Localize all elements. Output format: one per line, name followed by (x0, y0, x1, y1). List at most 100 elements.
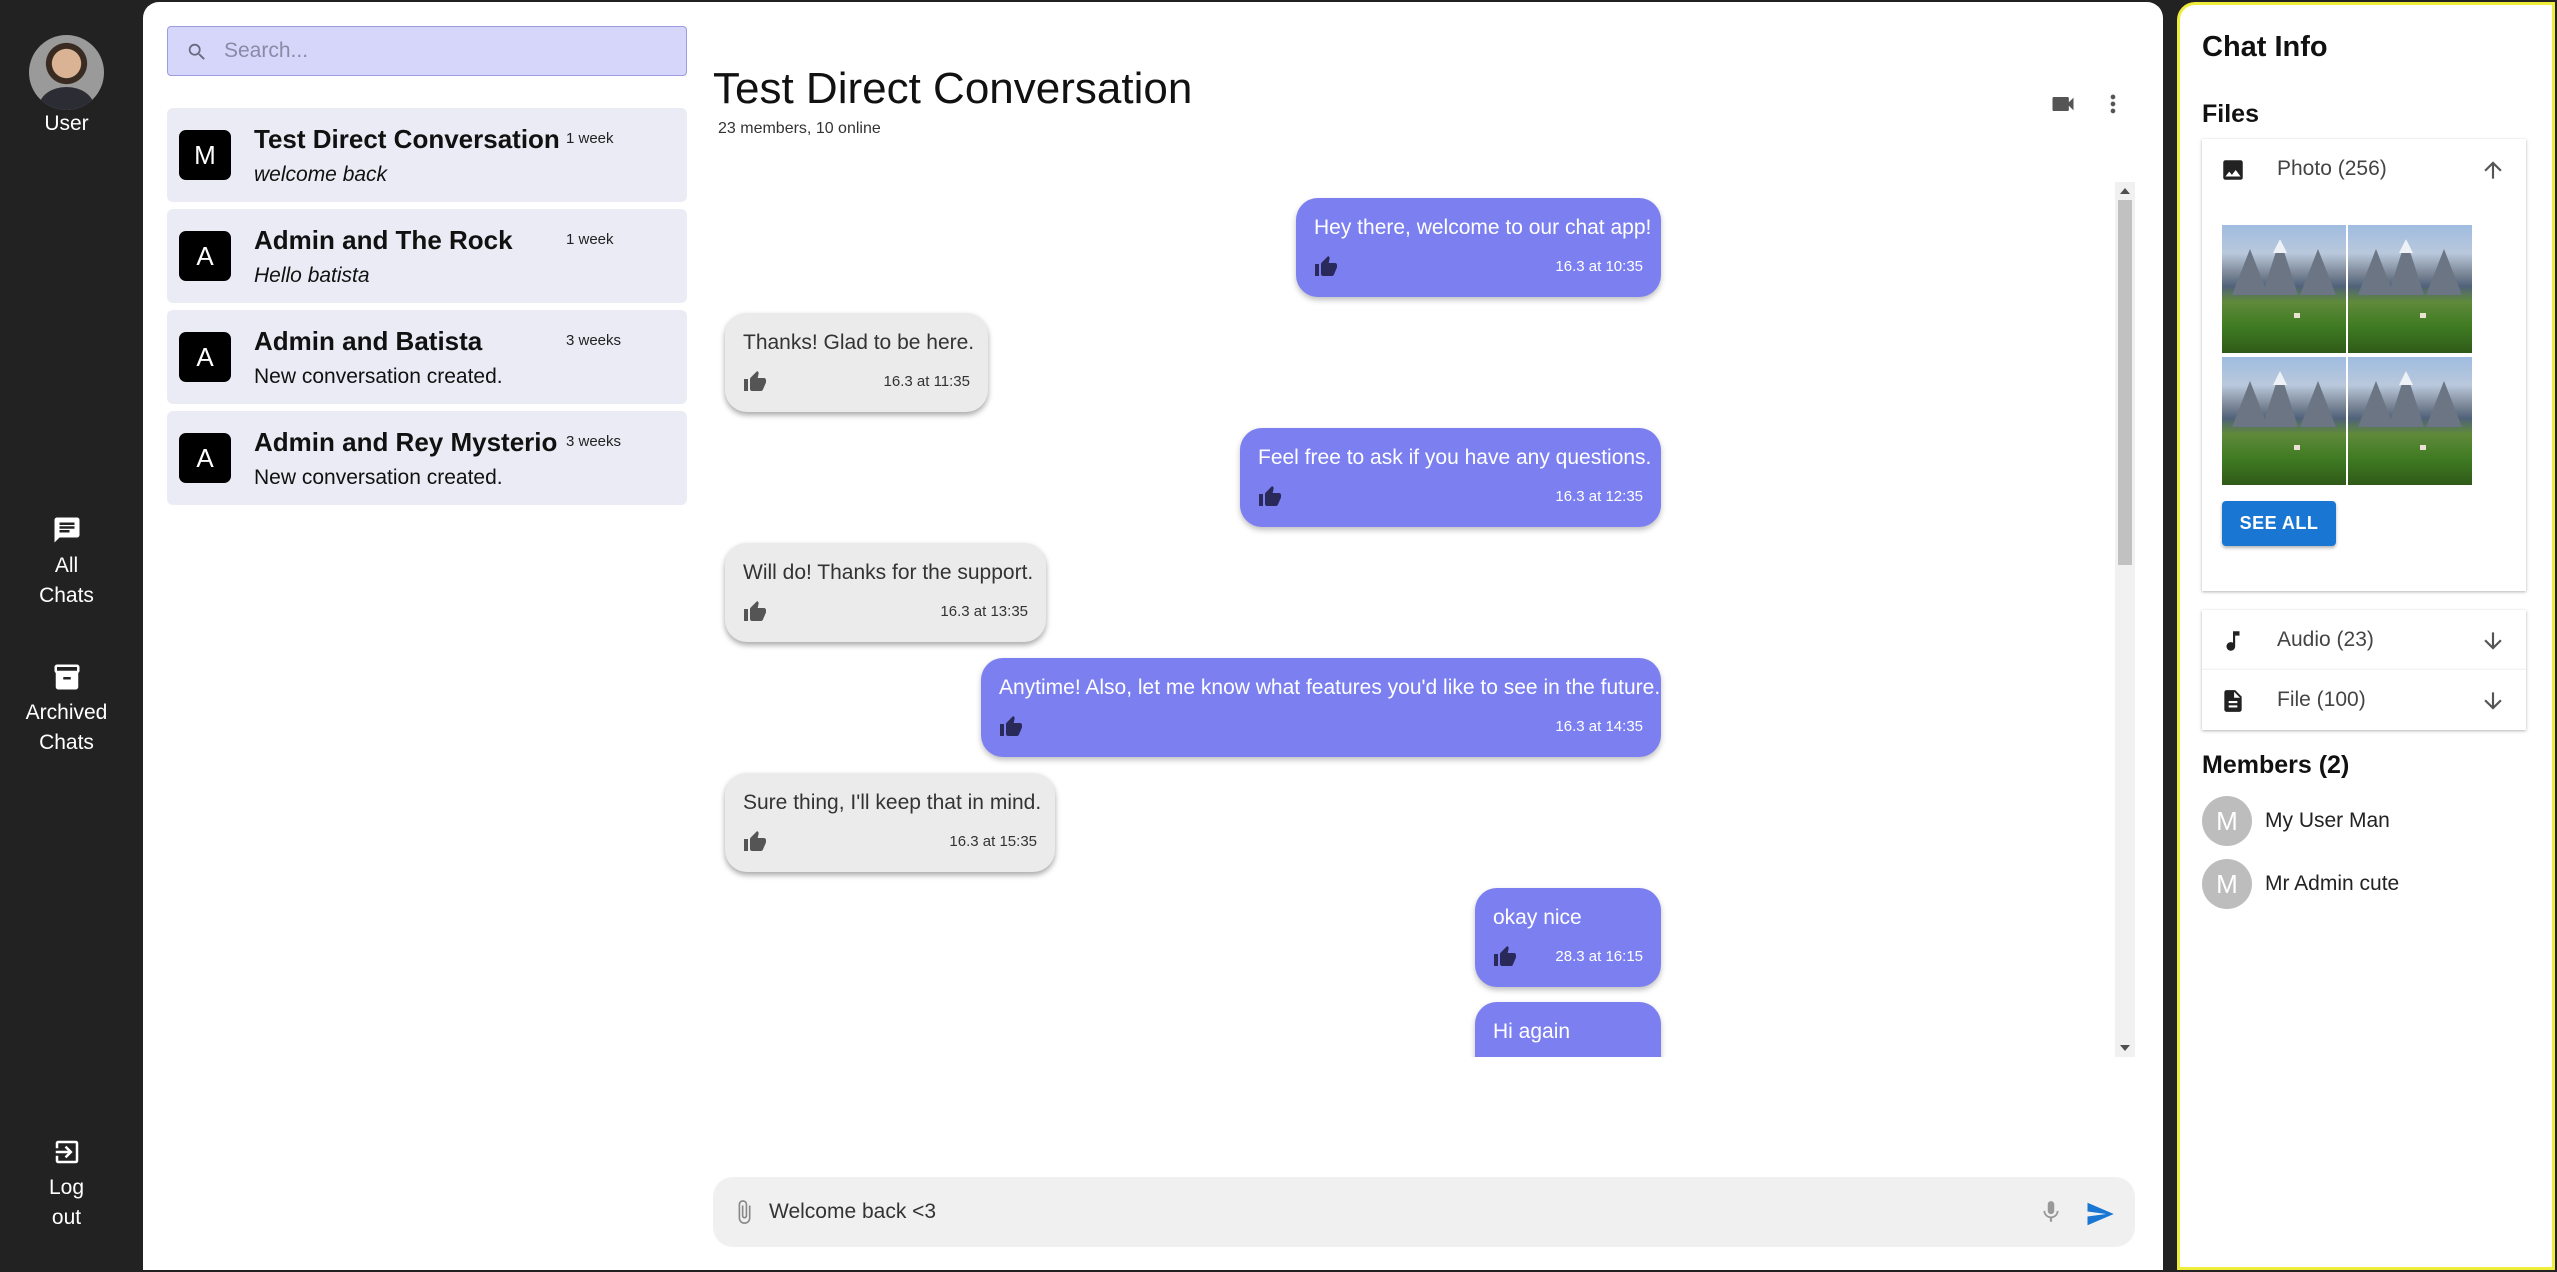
like-icon[interactable] (999, 715, 1023, 739)
all-chats-label-2: Chats (39, 584, 94, 607)
see-all-button[interactable]: SEE ALL (2222, 501, 2336, 546)
scroll-up-arrow[interactable] (2120, 188, 2130, 194)
like-icon[interactable] (743, 600, 767, 624)
outgoing-message: Anytime! Also, let me know what features… (981, 658, 1661, 757)
chat-icon (54, 517, 79, 543)
outgoing-message: Hi again (1475, 1002, 1661, 1057)
outgoing-message: okay nice 28.3 at 16:15 (1475, 888, 1661, 987)
audio-accordion-header[interactable]: Audio (23) (2202, 610, 2526, 670)
conversation-item[interactable]: A Admin and The Rock 1 week Hello batist… (167, 209, 687, 303)
files-heading: Files (2202, 100, 2259, 128)
message-time: 16.3 at 10:35 (1555, 258, 1643, 275)
audio-label: Audio (23) (2277, 628, 2374, 651)
conversation-avatar: A (179, 332, 231, 382)
chat-info-panel: Chat Info Files Photo (256) SEE ALL Audi… (2177, 2, 2555, 1270)
like-icon[interactable] (1314, 255, 1338, 279)
attach-icon[interactable] (731, 1199, 757, 1225)
photo-thumbnail[interactable] (2222, 225, 2346, 353)
like-icon[interactable] (743, 830, 767, 854)
archived-chats-label-2: Chats (39, 731, 94, 754)
message-text: Will do! Thanks for the support. (743, 561, 1034, 584)
file-icon (2224, 690, 2242, 712)
conversation-avatar: A (179, 231, 231, 281)
arrow-down-icon[interactable] (2480, 688, 2506, 714)
conversation-time: 3 weeks (566, 433, 622, 450)
message-composer (713, 1177, 2135, 1247)
logout-label-2: out (51, 1206, 82, 1229)
conversation-avatar: A (179, 433, 231, 483)
message-text: okay nice (1493, 906, 1582, 929)
photo-thumbnail[interactable] (2348, 357, 2472, 485)
conversation-preview: New conversation created. (254, 466, 503, 489)
archived-chats-label-1: Archived (25, 701, 108, 724)
photo-accordion-header[interactable]: Photo (256) (2202, 139, 2526, 199)
scroll-thumb[interactable] (2118, 200, 2132, 565)
message-text: Anytime! Also, let me know what features… (999, 676, 1661, 699)
image-icon (2223, 160, 2243, 180)
like-icon[interactable] (743, 370, 767, 394)
message-list[interactable]: Hey there, welcome to our chat app! 16.3… (713, 182, 2178, 1057)
file-accordion-header[interactable]: File (100) (2202, 670, 2526, 730)
conversation-time: 3 weeks (566, 332, 622, 349)
message-input[interactable] (769, 1177, 1969, 1247)
member-avatar: M (2202, 859, 2252, 909)
message-text: Feel free to ask if you have any questio… (1258, 446, 1652, 469)
conversation-time: 1 week (566, 231, 614, 248)
member-name: Mr Admin cute (2265, 872, 2400, 895)
incoming-message: Will do! Thanks for the support. 16.3 at… (725, 543, 1046, 642)
send-icon[interactable] (2085, 1199, 2115, 1229)
like-icon[interactable] (1258, 485, 1282, 509)
member-name: My User Man (2265, 809, 2390, 832)
message-time: 16.3 at 11:35 (883, 373, 970, 390)
conversation-title: Admin and The Rock (254, 225, 513, 255)
video-call-icon[interactable] (2049, 90, 2077, 118)
scroll-down-arrow[interactable] (2120, 1045, 2130, 1051)
photo-thumbnail[interactable] (2222, 357, 2346, 485)
archived-chats-button[interactable]: Archived Chats (0, 662, 133, 758)
incoming-message: Sure thing, I'll keep that in mind. 16.3… (725, 773, 1055, 872)
chat-member-count: 23 members, 10 online (718, 120, 881, 137)
incoming-message: Thanks! Glad to be here. 16.3 at 11:35 (725, 313, 988, 412)
microphone-icon[interactable] (2038, 1199, 2064, 1225)
chat-title: Test Direct Conversation (713, 64, 1193, 113)
photo-label: Photo (256) (2277, 157, 2387, 180)
user-label: User (44, 112, 89, 135)
all-chats-button[interactable]: All Chats (0, 515, 133, 611)
like-icon[interactable] (1493, 945, 1517, 969)
conversation-item[interactable]: M Test Direct Conversation 1 week welcom… (167, 108, 687, 202)
member-item[interactable]: M Mr Admin cute (2202, 859, 2526, 909)
message-time: 28.3 at 16:15 (1555, 948, 1643, 965)
main-panel: M Test Direct Conversation 1 week welcom… (143, 2, 2163, 1270)
file-accordion: File (100) (2202, 670, 2526, 730)
conversation-title: Admin and Rey Mysterio (254, 427, 558, 457)
more-options-icon[interactable] (2099, 90, 2127, 118)
conversation-avatar: M (179, 130, 231, 180)
outgoing-message: Hey there, welcome to our chat app! 16.3… (1296, 198, 1661, 297)
logout-button[interactable]: Log out (0, 1137, 133, 1233)
message-time: 16.3 at 13:35 (940, 603, 1028, 620)
music-note-icon (2226, 631, 2240, 651)
search-box[interactable] (167, 26, 687, 76)
arrow-up-icon[interactable] (2480, 157, 2506, 183)
conversation-preview: New conversation created. (254, 365, 503, 388)
conversation-title: Test Direct Conversation (254, 124, 560, 154)
message-time: 16.3 at 14:35 (1555, 718, 1643, 735)
member-avatar: M (2202, 796, 2252, 846)
search-input[interactable] (224, 27, 664, 75)
member-item[interactable]: M My User Man (2202, 796, 2526, 846)
message-text: Hi again (1493, 1020, 1571, 1043)
user-avatar[interactable] (29, 35, 104, 110)
arrow-down-icon[interactable] (2480, 628, 2506, 654)
file-label: File (100) (2277, 688, 2366, 711)
photo-thumbnail[interactable] (2348, 225, 2472, 353)
conversation-preview: welcome back (254, 163, 388, 186)
message-scrollbar[interactable] (2115, 182, 2135, 1057)
left-nav: User All Chats Archived Chats Log out (0, 0, 143, 1272)
all-chats-label-1: All (54, 554, 79, 577)
conversation-item[interactable]: A Admin and Batista 3 weeks New conversa… (167, 310, 687, 404)
conversation-time: 1 week (566, 130, 614, 147)
logout-label-1: Log (48, 1176, 85, 1199)
message-text: Sure thing, I'll keep that in mind. (743, 791, 1042, 814)
archive-icon (54, 664, 79, 690)
conversation-item[interactable]: A Admin and Rey Mysterio 3 weeks New con… (167, 411, 687, 505)
